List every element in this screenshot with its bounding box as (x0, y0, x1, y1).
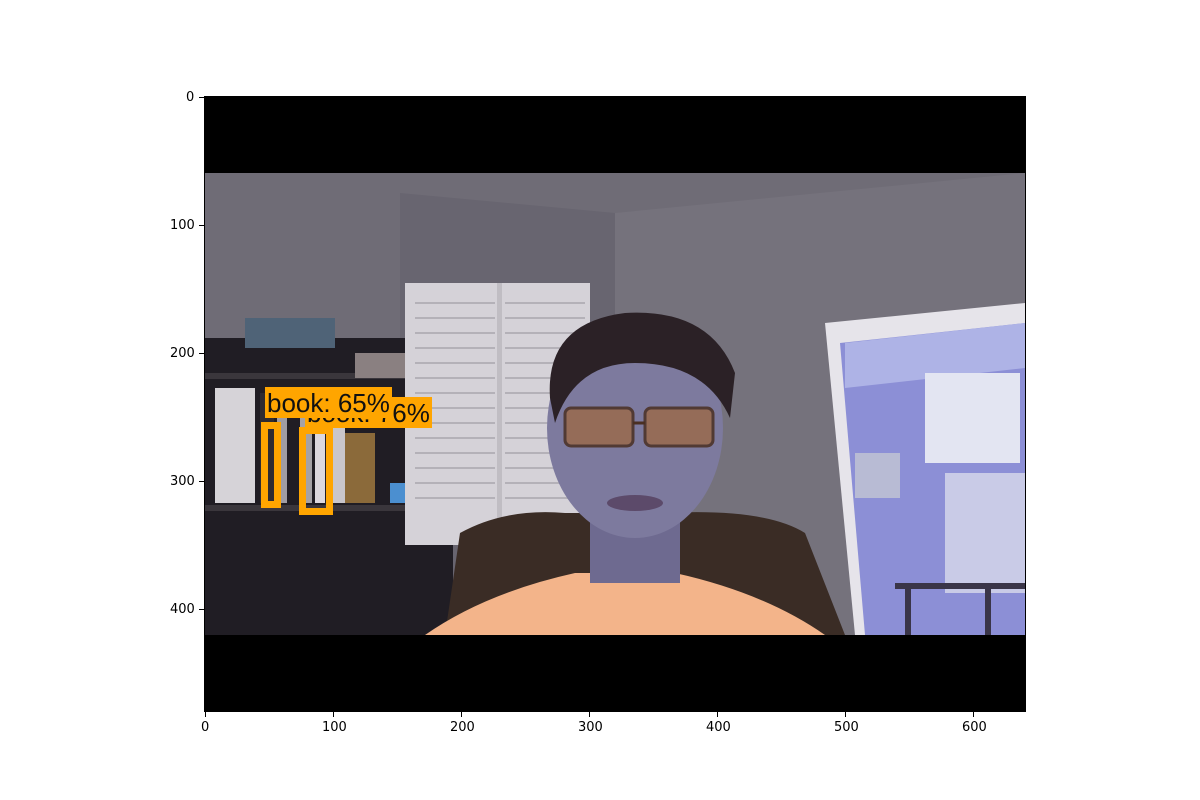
y-tick-label: 400 (170, 602, 195, 617)
x-tick-mark (845, 712, 846, 717)
x-tick-label: 100 (322, 720, 347, 735)
y-tick-label: 100 (170, 218, 195, 233)
x-tick-mark (589, 712, 590, 717)
x-tick-mark (717, 712, 718, 717)
x-tick-label: 0 (201, 720, 210, 735)
x-tick-label: 600 (962, 720, 987, 735)
x-tick-mark (205, 712, 206, 717)
x-tick-mark (333, 712, 334, 717)
x-tick-mark (461, 712, 462, 717)
image-axes: book: 76% book: 65% (204, 96, 1026, 712)
x-tick-label: 300 (578, 720, 603, 735)
y-tick-label: 300 (170, 474, 195, 489)
y-tick-mark (199, 353, 204, 354)
x-tick-label: 500 (834, 720, 859, 735)
y-tick-mark (199, 609, 204, 610)
detection-label: book: 65% (265, 387, 392, 418)
y-tick-mark (199, 225, 204, 226)
x-tick-label: 200 (450, 720, 475, 735)
detection-box (261, 422, 281, 508)
y-tick-label: 0 (186, 90, 195, 105)
x-tick-label: 400 (706, 720, 731, 735)
y-tick-mark (199, 97, 204, 98)
x-tick-mark (973, 712, 974, 717)
detection-box (299, 427, 333, 515)
y-tick-label: 200 (170, 346, 195, 361)
y-tick-mark (199, 481, 204, 482)
